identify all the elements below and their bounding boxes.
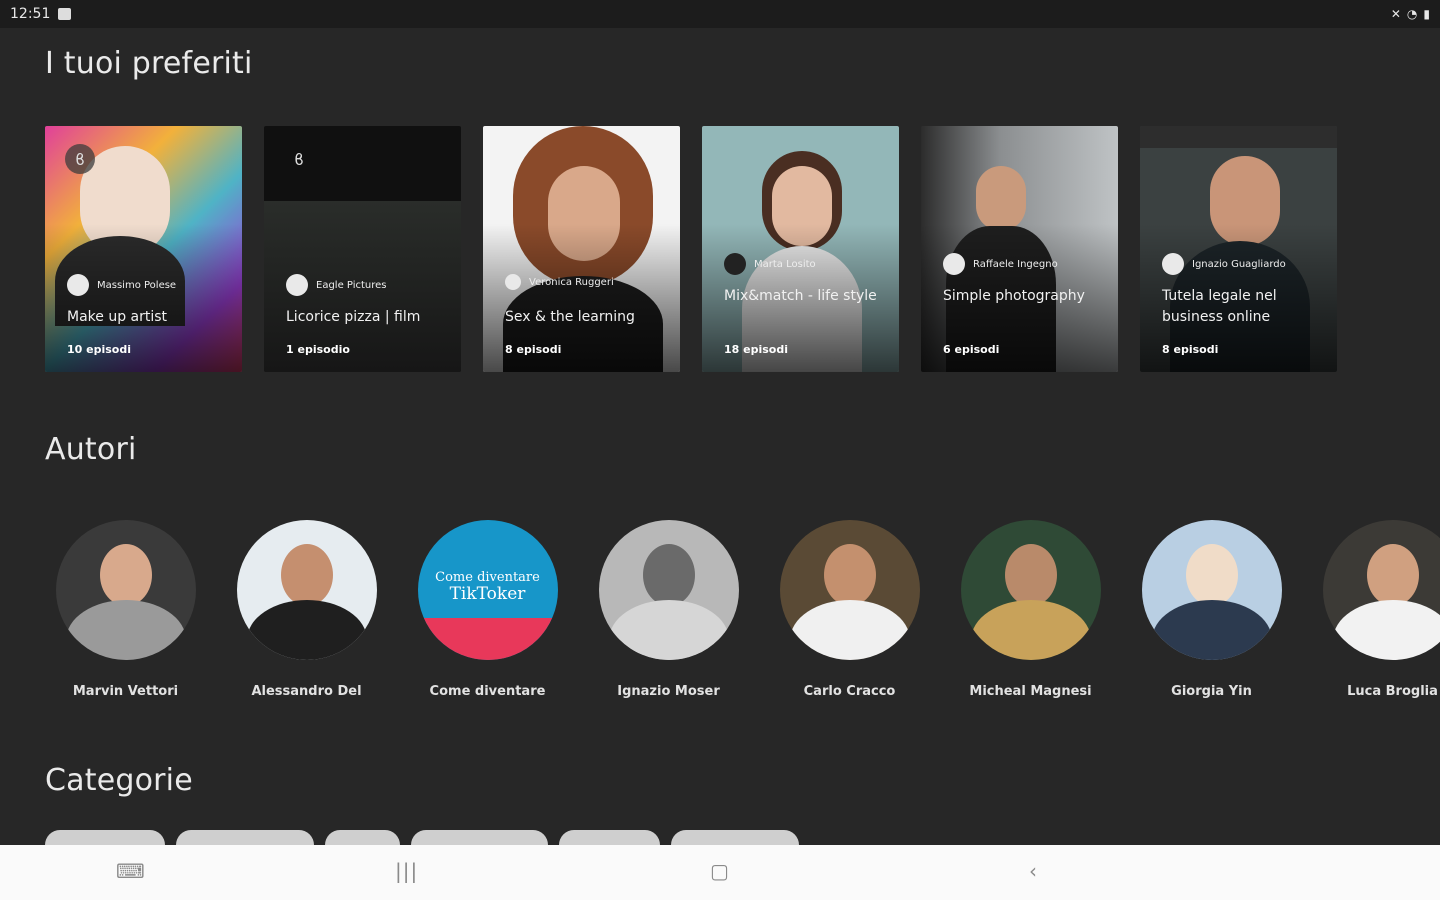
bookmark-icon[interactable]: ϐ (65, 144, 95, 174)
status-bar: 12:51 ✕ ◔ ▮ (0, 0, 1440, 28)
keyboard-toggle-icon[interactable]: ⌨ (116, 859, 145, 883)
author-item[interactable]: Come diventare TikToker Come diventare (397, 520, 578, 699)
battery-icon: ▮ (1423, 7, 1430, 21)
card-author: Raffaele Ingegno (943, 253, 1058, 275)
card-episodes: 6 episodi (943, 343, 1000, 356)
card-title: Make up artist (67, 309, 168, 325)
author-photo (1322, 520, 1440, 660)
bookmark-icon[interactable]: ϐ (284, 144, 314, 174)
author-item[interactable]: Ignazio Moser (578, 520, 759, 699)
author-avatar (286, 274, 308, 296)
mute-icon: ✕ (1390, 7, 1401, 21)
favorite-card[interactable]: ϐ Massimo Polese Make up artist 10 episo… (45, 126, 242, 372)
favorite-card[interactable]: Veronica Ruggeri Sex & the learning 8 ep… (483, 126, 680, 372)
favorite-card[interactable]: Marta Losito Mix&match - life style 18 e… (702, 126, 899, 372)
card-author: Eagle Pictures (286, 274, 387, 296)
author-photo (779, 520, 920, 660)
card-episodes: 8 episodi (505, 343, 562, 356)
author-name: Marvin Vettori (72, 684, 179, 699)
wifi-icon: ◔ (1406, 7, 1418, 21)
decorative-banner-text (1140, 128, 1337, 146)
author-item[interactable]: Giorgia Yin (1121, 520, 1302, 699)
favorites-section-title: I tuoi preferiti (45, 46, 253, 81)
author-avatar (505, 274, 521, 290)
author-photo: Come diventare TikToker (417, 520, 558, 660)
card-author: Ignazio Guagliardo (1162, 253, 1286, 275)
author-item[interactable]: Marvin Vettori (35, 520, 216, 699)
card-author: Massimo Polese (67, 274, 176, 296)
card-episodes: 8 episodi (1162, 343, 1219, 356)
author-avatar (943, 253, 965, 275)
back-icon[interactable]: ‹ (1029, 859, 1037, 883)
author-name: Micheal Magnesi (969, 684, 1092, 699)
favorite-card[interactable]: ϐ Eagle Pictures Licorice pizza | film 1… (264, 126, 461, 372)
favorite-card[interactable]: Ignazio Guagliardo Tutela legale nel bus… (1140, 126, 1337, 372)
author-name: Luca Broglia (1347, 684, 1438, 699)
author-avatar (1162, 253, 1184, 275)
favorite-card[interactable]: Raffaele Ingegno Simple photography 6 ep… (921, 126, 1118, 372)
author-name: Carlo Cracco (803, 684, 896, 699)
author-name: Ignazio Moser (617, 684, 720, 699)
card-title: Mix&match - life style (724, 288, 877, 304)
author-name: Come diventare (429, 684, 546, 699)
author-name: Giorgia Yin (1171, 684, 1252, 699)
author-photo (1141, 520, 1282, 660)
card-episodes: 18 episodi (724, 343, 788, 356)
authors-section-title: Autori (45, 432, 137, 467)
card-author: Veronica Ruggeri (505, 274, 614, 290)
logo-line1: Come diventare (435, 570, 540, 585)
card-title: Sex & the learning (505, 309, 635, 325)
card-author: Marta Losito (724, 253, 816, 275)
author-avatar (67, 274, 89, 296)
card-title: Licorice pizza | film (286, 309, 421, 325)
author-photo (236, 520, 377, 660)
author-photo (55, 520, 196, 660)
card-title: Simple photography (943, 288, 1085, 304)
gallery-notification-icon (58, 8, 72, 20)
author-item[interactable]: Alessandro Del (216, 520, 397, 699)
authors-carousel: Marvin Vettori Alessandro Del Come diven… (35, 520, 1440, 699)
author-avatar (724, 253, 746, 275)
author-item[interactable]: Micheal Magnesi (940, 520, 1121, 699)
favorites-carousel: ϐ Massimo Polese Make up artist 10 episo… (45, 126, 1337, 372)
categories-section-title: Categorie (45, 763, 193, 798)
card-episodes: 10 episodi (67, 343, 131, 356)
card-episodes: 1 episodio (286, 343, 350, 356)
recent-apps-icon[interactable]: ||| (395, 859, 418, 883)
card-title: Tutela legale nel business online (1162, 288, 1277, 325)
status-time: 12:51 (10, 6, 51, 22)
author-photo (598, 520, 739, 660)
author-item[interactable]: Luca Broglia (1302, 520, 1440, 699)
system-navigation-bar: ⌨ ||| ▢ ‹ (0, 845, 1440, 900)
author-photo (960, 520, 1101, 660)
author-name: Alessandro Del (251, 684, 362, 699)
logo-line2: TikToker (449, 584, 526, 604)
home-icon[interactable]: ▢ (710, 859, 729, 883)
author-item[interactable]: Carlo Cracco (759, 520, 940, 699)
